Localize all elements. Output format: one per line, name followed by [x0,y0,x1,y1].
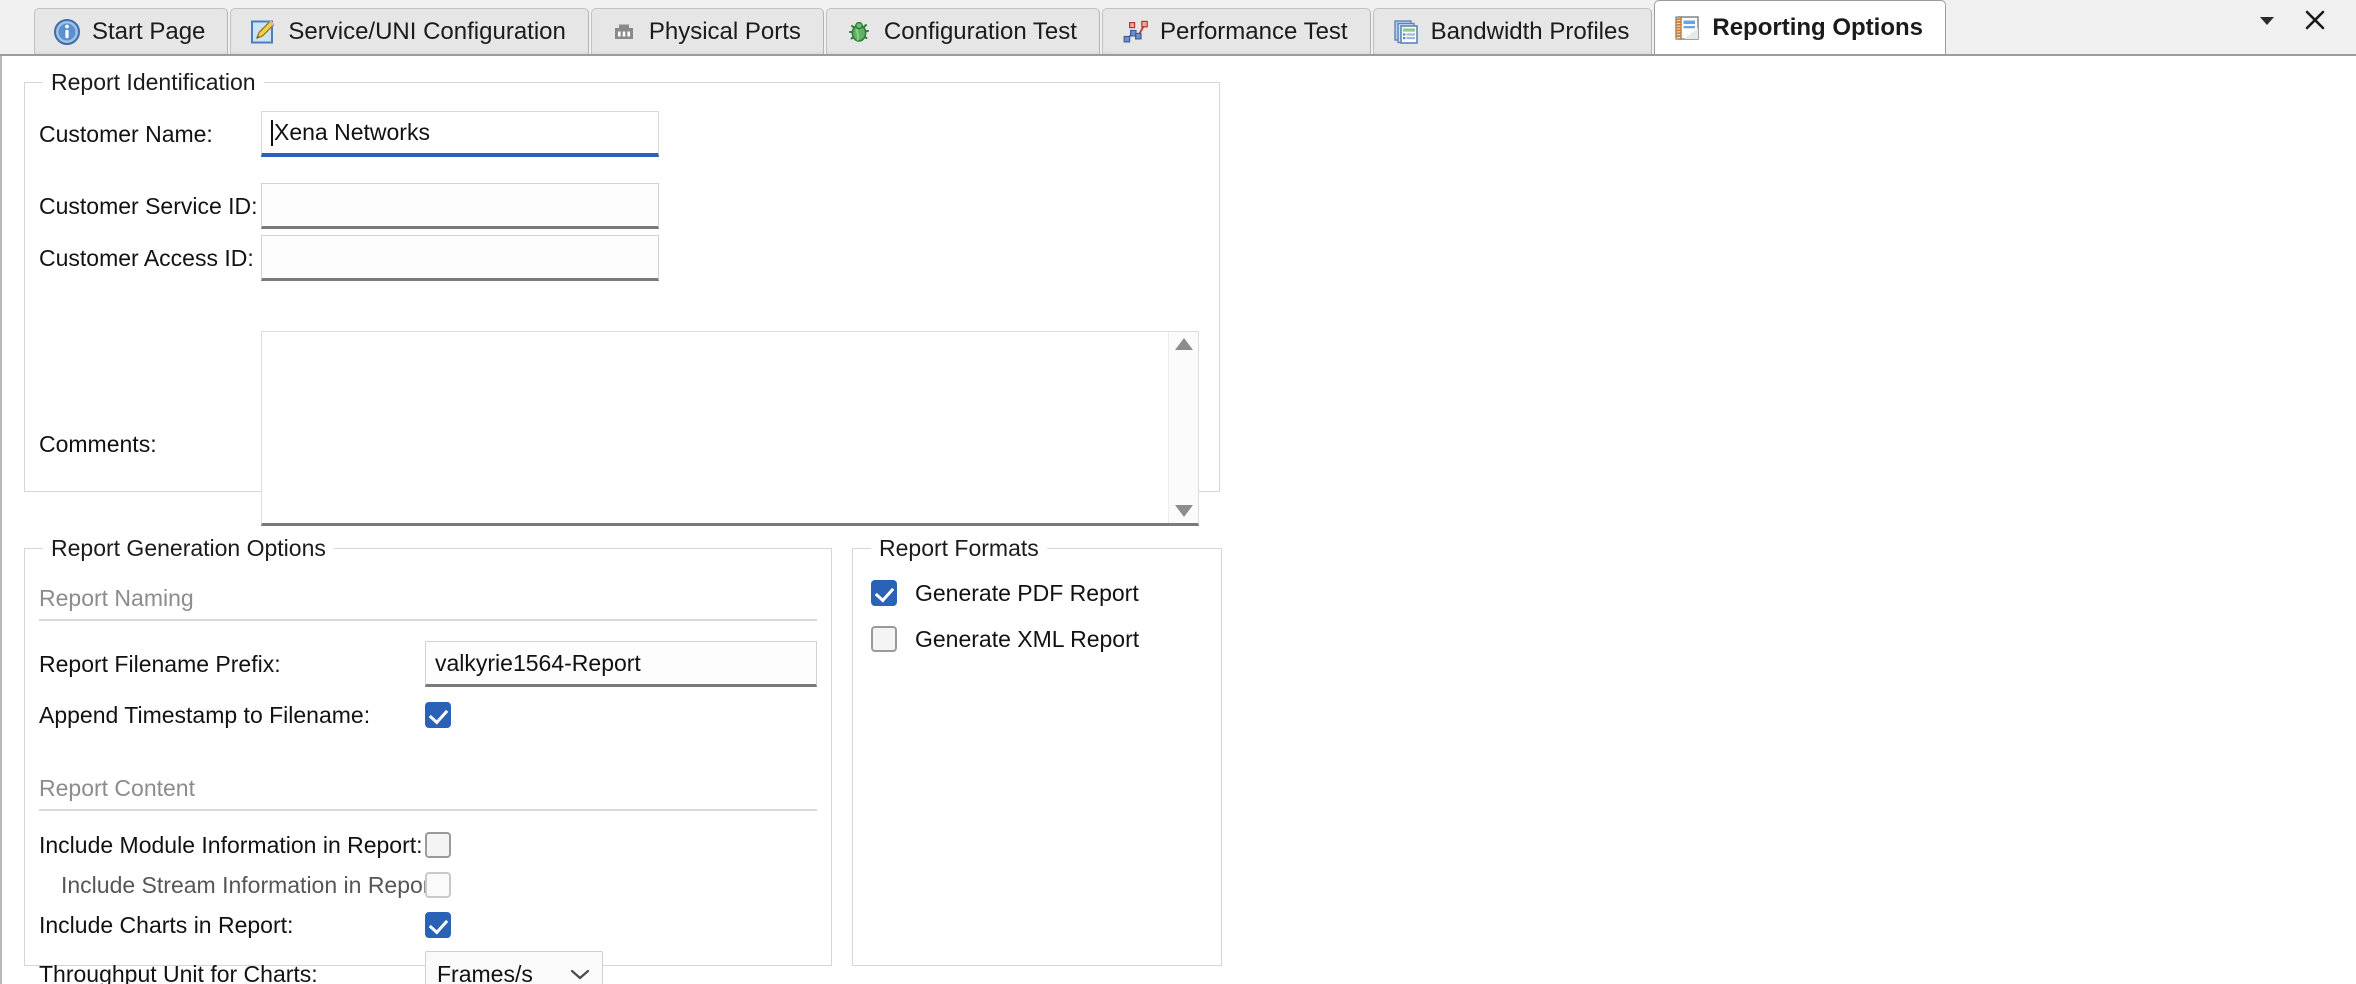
append-timestamp-label: Append Timestamp to Filename: [39,701,371,728]
generate-xml-row[interactable]: Generate XML Report [871,621,1201,657]
comments-scrollbar[interactable] [1168,332,1198,523]
generate-xml-checkbox[interactable] [871,626,897,652]
append-timestamp-row: Append Timestamp to Filename: [39,697,817,733]
notebook-icon [1675,15,1700,40]
bug-icon [848,21,869,42]
customer-access-id-row: Customer Access ID: [39,235,1199,281]
stacked-documents-icon [1393,19,1418,44]
generate-pdf-label: Generate PDF Report [915,579,1139,606]
include-charts-label: Include Charts in Report: [39,911,294,938]
report-filename-prefix-input[interactable]: valkyrie1564-Report [425,641,817,687]
throughput-unit-row: Throughput Unit for Charts: Frames/s [39,951,817,984]
comments-textarea[interactable] [261,331,1199,526]
tab-bandwidth-profiles[interactable]: Bandwidth Profiles [1372,8,1653,54]
group-title: Report Formats [871,535,1047,561]
tab-configuration-test[interactable]: Configuration Test [825,8,1100,54]
throughput-unit-value: Frames/s [437,960,533,984]
include-stream-info-row: Include Stream Information in Report: [39,867,817,903]
generate-xml-label: Generate XML Report [915,625,1140,652]
generate-pdf-checkbox[interactable] [871,580,897,606]
tab-label: Reporting Options [1712,13,1924,41]
ethernet-port-icon [614,24,633,39]
tab-list-dropdown[interactable] [2254,7,2280,33]
include-module-info-row: Include Module Information in Report: [39,827,817,863]
include-module-info-checkbox[interactable] [425,832,451,858]
customer-service-id-input[interactable] [261,183,659,229]
close-icon [2305,10,2325,30]
customer-name-value: Xena Networks [274,119,430,145]
scatter-chart-icon [1123,20,1148,43]
include-stream-info-label: Include Stream Information in Report: [61,871,444,898]
include-charts-row: Include Charts in Report: [39,907,817,943]
comments-text[interactable] [262,332,1168,523]
throughput-unit-select[interactable]: Frames/s [425,951,603,984]
tab-label: Bandwidth Profiles [1430,17,1630,45]
report-generation-options-group: Report Generation Options Report Naming … [24,535,832,984]
report-naming-subheading: Report Naming [39,585,817,621]
report-content-subheading: Report Content [39,775,817,811]
customer-name-input[interactable]: Xena Networks [261,111,659,157]
append-timestamp-checkbox[interactable] [425,702,451,728]
pencil-edit-icon [251,20,275,43]
chevron-down-icon [570,969,590,980]
close-button[interactable] [2302,7,2328,33]
report-filename-prefix-label: Report Filename Prefix: [39,650,281,677]
customer-service-id-label: Customer Service ID: [39,192,258,219]
customer-name-row: Customer Name: Xena Networks [39,111,1199,157]
include-stream-info-checkbox[interactable] [425,872,451,898]
tab-service-uni-configuration[interactable]: Service/UNI Configuration [230,8,589,54]
tab-start-page[interactable]: Start Page [34,8,229,54]
reporting-options-page: Report Identification Customer Name: Xen… [0,56,2356,984]
tab-bar: Start Page Service/UNI Configuration Phy… [0,0,2356,56]
scroll-up-arrow-icon[interactable] [1174,338,1193,350]
window-controls [2254,0,2356,54]
chevron-down-icon [2260,17,2274,25]
tab-reporting-options[interactable]: Reporting Options [1654,0,1947,54]
customer-access-id-label: Customer Access ID: [39,244,254,271]
comments-label: Comments: [39,431,157,457]
report-identification-group: Report Identification Customer Name: Xen… [24,69,1220,526]
tab-label: Configuration Test [883,17,1077,45]
tab-label: Performance Test [1159,17,1348,45]
report-formats-group: Report Formats Generate PDF Report Gener… [852,535,1222,966]
tab-label: Start Page [92,17,206,45]
tab-performance-test[interactable]: Performance Test [1101,8,1371,54]
tab-strip: Start Page Service/UNI Configuration Phy… [0,0,1948,54]
group-title: Report Identification [43,69,264,95]
include-charts-checkbox[interactable] [425,912,451,938]
info-icon [54,18,80,45]
group-title: Report Generation Options [43,535,334,561]
scroll-down-arrow-icon[interactable] [1174,505,1193,517]
customer-access-id-input[interactable] [261,235,659,281]
customer-service-id-row: Customer Service ID: [39,183,1199,229]
tab-label: Physical Ports [648,17,801,45]
include-module-info-label: Include Module Information in Report: [39,831,423,858]
report-filename-prefix-row: Report Filename Prefix: valkyrie1564-Rep… [39,641,817,687]
throughput-unit-label: Throughput Unit for Charts: [39,960,318,984]
report-filename-prefix-value: valkyrie1564-Report [435,649,641,676]
customer-name-label: Customer Name: [39,120,213,147]
generate-pdf-row[interactable]: Generate PDF Report [871,575,1201,611]
tab-label: Service/UNI Configuration [288,17,566,45]
text-caret [271,119,273,146]
tab-physical-ports[interactable]: Physical Ports [590,8,824,54]
